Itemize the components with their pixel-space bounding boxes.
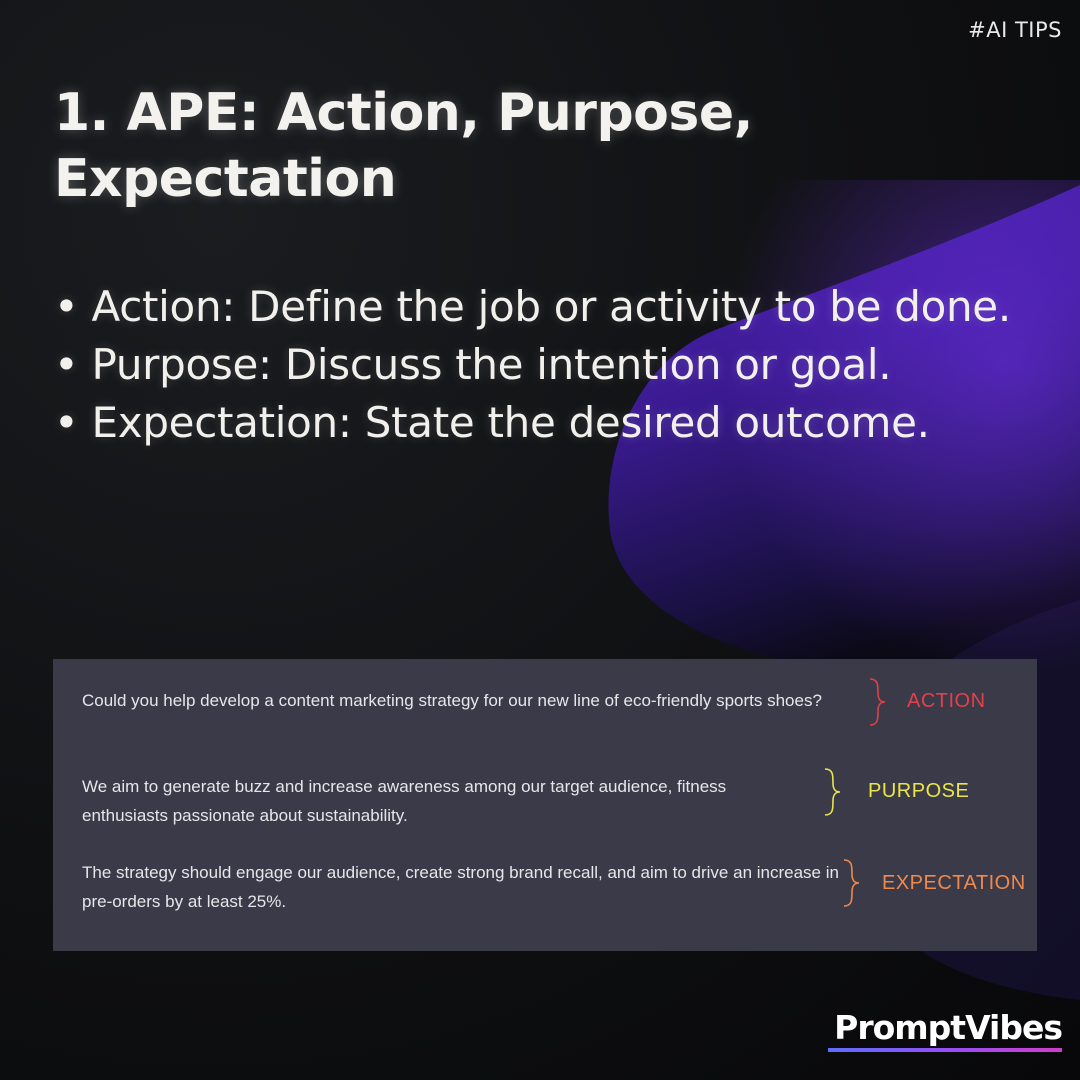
purpose-brace-icon <box>821 767 843 817</box>
purpose-example-text: We aim to generate buzz and increase awa… <box>82 777 727 825</box>
bullet-list: • Action: Define the job or activity to … <box>54 278 1044 452</box>
brand-logo: PromptVibes <box>834 1008 1063 1047</box>
action-brace-icon <box>866 677 888 727</box>
slide: #AI TIPS 1. APE: Action, Purpose, Expect… <box>0 0 1080 1080</box>
bullet-expectation: • Expectation: State the desired outcome… <box>54 398 930 447</box>
bullet-action: • Action: Define the job or activity to … <box>54 282 1011 331</box>
example-prompt-card: Could you help develop a content marketi… <box>53 659 1037 951</box>
brand-underline <box>828 1048 1062 1052</box>
slide-title: 1. APE: Action, Purpose, Expectation <box>54 83 753 209</box>
expectation-example-text: The strategy should engage our audience,… <box>82 863 839 911</box>
hashtag-label: #AI TIPS <box>968 18 1062 42</box>
expectation-label: EXPECTATION <box>882 872 1026 894</box>
action-example-text: Could you help develop a content marketi… <box>82 691 822 710</box>
bullet-purpose: • Purpose: Discuss the intention or goal… <box>54 340 892 389</box>
purpose-label: PURPOSE <box>868 780 970 802</box>
expectation-brace-icon <box>840 858 862 908</box>
action-label: ACTION <box>907 690 986 712</box>
